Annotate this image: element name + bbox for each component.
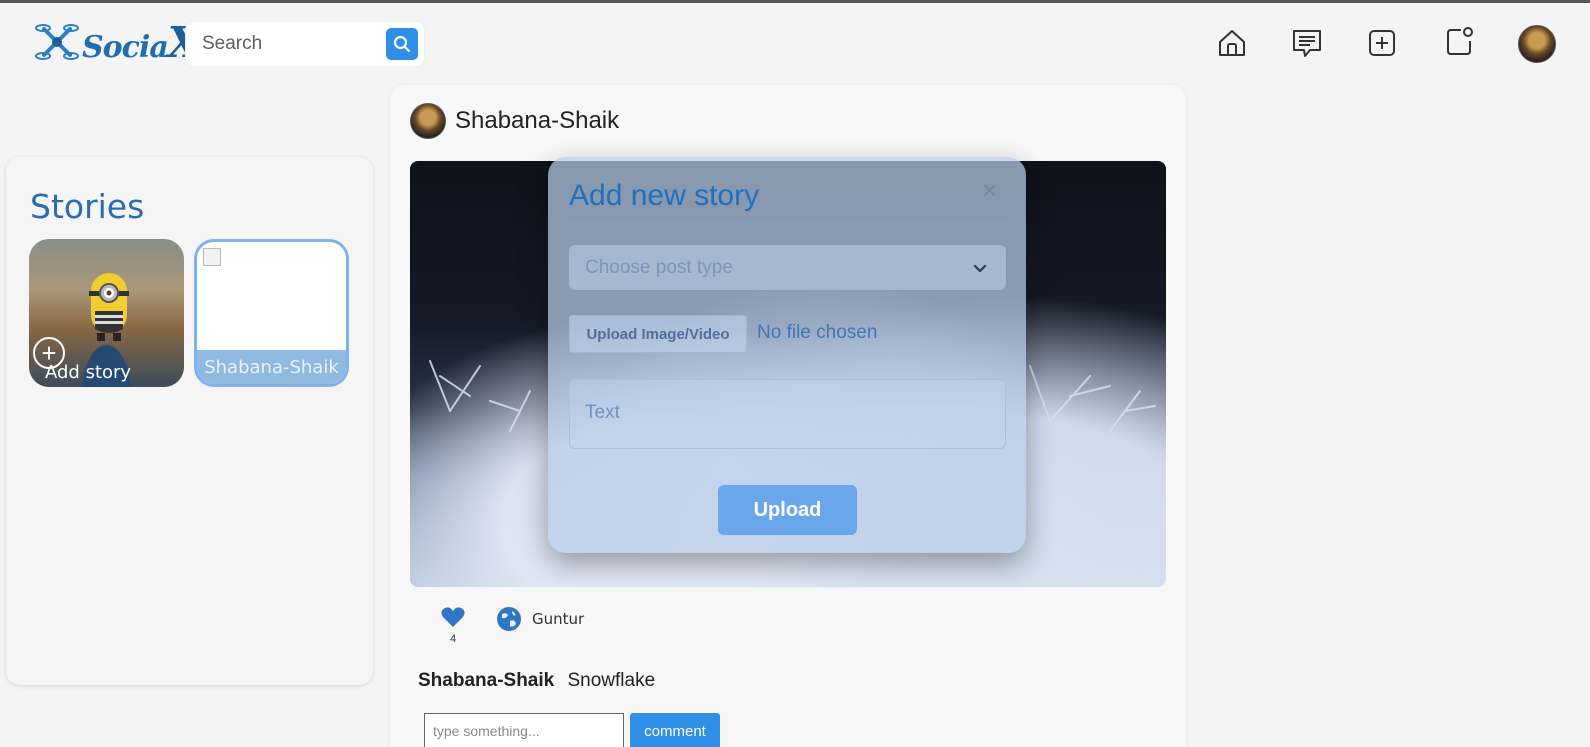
stories-title: Stories xyxy=(30,187,145,226)
add-story-label: Add story xyxy=(45,362,132,383)
caption-username[interactable]: Shabana-Shaik xyxy=(418,670,554,691)
post-author-avatar[interactable] xyxy=(410,103,446,139)
upload-button[interactable]: Upload xyxy=(718,485,857,535)
search-button[interactable] xyxy=(386,28,418,60)
post-location[interactable]: Guntur xyxy=(532,610,584,628)
logo-text: SociaX xyxy=(82,17,200,67)
messages-icon xyxy=(1293,30,1321,57)
home-icon xyxy=(1219,30,1245,56)
comment-input[interactable] xyxy=(424,713,624,747)
modal-divider xyxy=(568,223,1006,225)
add-story-modal: Add new story × Choose post type Upload … xyxy=(548,157,1026,553)
story-text-field[interactable] xyxy=(569,379,1006,449)
top-navbar: SociaX xyxy=(0,3,1590,85)
stories-panel: Stories + Add story Shabana-Shaik xyxy=(6,157,373,685)
app-logo[interactable]: SociaX xyxy=(34,17,200,67)
post-type-select[interactable]: Choose post type xyxy=(569,245,1006,290)
messages-button[interactable] xyxy=(1289,25,1325,61)
choose-file-button[interactable]: Upload Image/Video xyxy=(569,315,747,353)
search-icon xyxy=(393,35,411,53)
post-author-name[interactable]: Shabana-Shaik xyxy=(455,107,619,135)
close-icon[interactable]: × xyxy=(982,177,997,203)
profile-avatar[interactable] xyxy=(1518,25,1556,63)
file-status: No file chosen xyxy=(757,322,878,343)
home-button[interactable] xyxy=(1214,25,1250,61)
add-post-button[interactable] xyxy=(1364,25,1400,61)
add-post-icon xyxy=(1369,30,1395,56)
chevron-down-icon xyxy=(973,264,987,273)
search-box xyxy=(186,22,424,66)
post-type-placeholder: Choose post type xyxy=(585,256,733,278)
modal-title: Add new story xyxy=(569,179,760,212)
user-story-label: Shabana-Shaik xyxy=(204,357,339,378)
user-story-card[interactable]: Shabana-Shaik xyxy=(194,239,349,387)
add-story-card[interactable]: + Add story xyxy=(29,239,184,387)
caption-text: Snowflake xyxy=(567,670,656,691)
comment-button[interactable]: comment xyxy=(630,713,720,747)
heart-icon[interactable] xyxy=(440,605,466,629)
like-count: 4 xyxy=(450,633,457,645)
globe-icon xyxy=(497,607,521,631)
search-input[interactable] xyxy=(186,33,376,55)
minion-image xyxy=(89,273,129,341)
drone-logo-icon xyxy=(35,24,79,60)
broken-image-icon xyxy=(203,248,221,266)
notifications-button[interactable] xyxy=(1442,23,1478,59)
post-caption: Shabana-Shaik Snowflake xyxy=(418,670,655,692)
notifications-icon xyxy=(1447,27,1473,55)
